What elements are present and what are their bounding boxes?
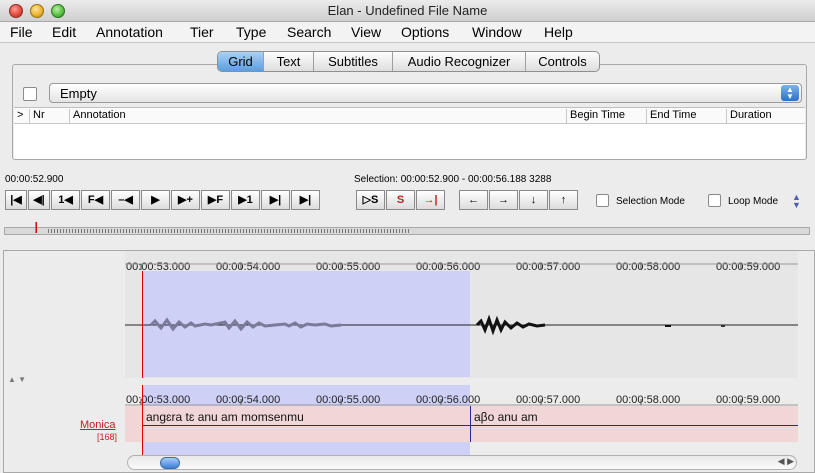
tier-annotation-count: [168] [97, 432, 118, 442]
selection-readout: Selection: 00:00:52.900 - 00:00:56.188 3… [354, 174, 552, 185]
play-selection-button[interactable]: ▷S [356, 190, 385, 210]
menu-window[interactable]: Window [472, 24, 522, 40]
tab-audio-recognizer[interactable]: Audio Recognizer [393, 52, 526, 71]
selection-mode-label: Selection Mode [616, 196, 685, 207]
annotation-grid-table[interactable]: > Nr Annotation Begin Time End Time Dura… [14, 107, 805, 159]
tier-ruler-graphic [125, 399, 798, 406]
to-selection-end-button[interactable]: →| [416, 190, 445, 210]
grid-col-annotation[interactable]: Annotation [69, 109, 566, 124]
previous-pixel-button[interactable]: –◀ [111, 190, 140, 210]
previous-frame-button[interactable]: F◀ [81, 190, 110, 210]
selection-mode-checkbox[interactable] [596, 194, 609, 207]
menu-help[interactable]: Help [544, 24, 573, 40]
media-navigation-buttons: |◀ ◀| 1◀ F◀ –◀ ▶ ▶+ ▶F ▶1 ▶| ▶| [5, 190, 321, 210]
annotation-right-button[interactable]: → [489, 190, 518, 210]
grid-col-begin-time[interactable]: Begin Time [566, 109, 646, 124]
grid-panel: Empty ▲ ▼ > Nr Annotation Begin Time End … [12, 64, 807, 160]
tier-select-value: Empty [60, 86, 97, 101]
current-time-readout: 00:00:52.900 [5, 174, 64, 185]
annotation-1[interactable]: angɛra tɛ anu am momsenmu [146, 410, 304, 424]
annotation-left-button[interactable]: ← [459, 190, 488, 210]
select-arrows-icon: ▲ ▼ [781, 85, 799, 101]
time-slider-ticks [48, 229, 410, 233]
spinner-arrows-icon[interactable]: ▲ ▼ [792, 193, 801, 210]
tab-text[interactable]: Text [264, 52, 314, 71]
loop-mode-label: Loop Mode [728, 196, 779, 207]
play-button[interactable]: ▶ [141, 190, 170, 210]
tier-name-label[interactable]: Monica [80, 419, 115, 431]
previous-scroll-button[interactable]: ◀| [28, 190, 50, 210]
tab-grid[interactable]: Grid [218, 52, 264, 71]
grid-filter-checkbox[interactable] [23, 87, 37, 101]
scroll-arrows-icon[interactable]: ◀ ▶ [778, 456, 794, 467]
previous-second-button[interactable]: 1◀ [51, 190, 80, 210]
tab-subtitles[interactable]: Subtitles [314, 52, 393, 71]
grid-col-nr[interactable]: Nr [29, 109, 69, 124]
title-bar: Elan - Undefined File Name [0, 0, 815, 22]
annotation-2[interactable]: aβo anu am [474, 410, 538, 424]
grid-header-row: > Nr Annotation Begin Time End Time Dura… [14, 108, 805, 124]
tier-select[interactable]: Empty ▲ ▼ [49, 83, 802, 103]
clear-selection-button[interactable]: S [386, 190, 415, 210]
window-title: Elan - Undefined File Name [327, 3, 488, 18]
menu-tier[interactable]: Tier [190, 24, 214, 40]
menu-options[interactable]: Options [401, 24, 449, 40]
next-second-button[interactable]: ▶1 [231, 190, 260, 210]
elan-window: Elan - Undefined File Name File Edit Ann… [0, 0, 815, 473]
next-frame-button[interactable]: ▶F [201, 190, 230, 210]
annotation-up-button[interactable]: ↑ [549, 190, 578, 210]
menu-annotation[interactable]: Annotation [96, 24, 163, 40]
go-to-begin-button[interactable]: |◀ [5, 190, 27, 210]
go-to-end-button[interactable]: ▶| [291, 190, 320, 210]
grid-col-duration[interactable]: Duration [726, 109, 805, 124]
next-scroll-button[interactable]: ▶| [261, 190, 290, 210]
menu-bar: File Edit Annotation Tier Type Search Vi… [0, 22, 815, 43]
tier-scroll-arrows-icon[interactable]: ▲ ▼ [8, 375, 26, 384]
grid-col-expand[interactable]: > [14, 109, 29, 124]
waveform-graphic [125, 263, 798, 336]
menu-view[interactable]: View [351, 24, 381, 40]
view-tabs: Grid Text Subtitles Audio Recognizer Con… [217, 51, 600, 72]
tab-controls[interactable]: Controls [526, 52, 599, 71]
scrollbar-thumb[interactable] [160, 457, 180, 469]
crosshair-cursor-tier [142, 385, 143, 455]
time-slider-thumb[interactable]: I [34, 221, 44, 239]
loop-mode-checkbox[interactable] [708, 194, 721, 207]
crosshair-cursor-wave [142, 271, 143, 378]
grid-col-end-time[interactable]: End Time [646, 109, 726, 124]
next-pixel-button[interactable]: ▶+ [171, 190, 200, 210]
menu-type[interactable]: Type [236, 24, 266, 40]
annotation-down-button[interactable]: ↓ [519, 190, 548, 210]
menu-search[interactable]: Search [287, 24, 331, 40]
menu-edit[interactable]: Edit [52, 24, 76, 40]
menu-file[interactable]: File [10, 24, 33, 40]
timeline-horizontal-scrollbar[interactable]: ◀ ▶ [127, 455, 797, 470]
annotation-nav-buttons: ← → ↓ ↑ [459, 190, 579, 210]
annotation-end-marker [470, 406, 471, 442]
selection-buttons: ▷S S →| [356, 190, 446, 210]
